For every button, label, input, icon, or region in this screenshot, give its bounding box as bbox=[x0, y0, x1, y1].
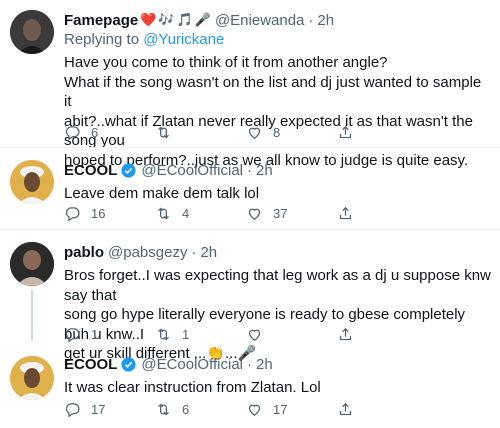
verified-badge-icon bbox=[121, 356, 136, 372]
retweet-count: 1 bbox=[182, 326, 190, 342]
separator: · bbox=[247, 161, 252, 179]
display-name[interactable]: ECOOL bbox=[64, 162, 117, 179]
avatar[interactable] bbox=[10, 242, 54, 286]
share-button[interactable] bbox=[337, 205, 354, 222]
tweet[interactable]: ECOOL @ECoolOfficial · 2h It was clear i… bbox=[0, 348, 500, 428]
display-name[interactable]: ECOOL bbox=[64, 356, 117, 373]
reply-icon bbox=[65, 327, 80, 342]
tweet-text-line: Have you come to think of it from anothe… bbox=[64, 54, 388, 71]
reply-count: 17 bbox=[91, 401, 106, 417]
retweet-count: 4 bbox=[182, 205, 190, 221]
like-icon bbox=[248, 404, 261, 416]
reply-count: 6 bbox=[91, 124, 99, 140]
retweet-button[interactable]: 1 bbox=[155, 326, 246, 343]
verified-badge-icon bbox=[121, 162, 136, 178]
like-count: 37 bbox=[273, 205, 288, 221]
avatar[interactable] bbox=[10, 10, 54, 54]
share-button[interactable] bbox=[337, 124, 354, 141]
tweet-text-line: Bros forget..I was expecting that leg wo… bbox=[64, 267, 491, 304]
share-icon bbox=[339, 402, 352, 415]
like-icon bbox=[248, 329, 261, 341]
heart-emoji: ❤️ bbox=[140, 12, 157, 27]
avatar[interactable] bbox=[10, 160, 54, 204]
action-bar: 17 6 17 bbox=[64, 399, 464, 419]
action-bar: 1 1 bbox=[64, 324, 464, 344]
reply-icon bbox=[65, 206, 80, 221]
username[interactable]: @pabsgezy bbox=[108, 244, 187, 261]
username[interactable]: @ECoolOfficial bbox=[141, 356, 243, 373]
share-button[interactable] bbox=[337, 326, 354, 343]
like-button[interactable]: 37 bbox=[246, 205, 337, 222]
like-count: 8 bbox=[273, 124, 281, 140]
separator: · bbox=[191, 243, 197, 261]
separator: · bbox=[247, 355, 252, 373]
tweet-header: Famepage ❤️ 🎶 🎵 🎤 @Eniewanda · 2h bbox=[64, 10, 492, 30]
reply-button[interactable]: 16 bbox=[64, 205, 155, 222]
reply-icon bbox=[65, 125, 80, 140]
like-button[interactable]: 8 bbox=[246, 124, 337, 141]
retweet-button[interactable] bbox=[155, 124, 246, 141]
timestamp[interactable]: 2h bbox=[317, 12, 334, 29]
timestamp[interactable]: 2h bbox=[256, 162, 273, 179]
retweet-icon bbox=[158, 126, 169, 138]
avatar[interactable] bbox=[10, 356, 54, 400]
retweet-icon bbox=[158, 207, 169, 219]
retweet-button[interactable]: 4 bbox=[155, 205, 246, 222]
reply-count: 1 bbox=[91, 326, 99, 342]
notes-emoji: 🎶 bbox=[158, 12, 175, 27]
share-icon bbox=[339, 125, 352, 138]
share-icon bbox=[339, 327, 352, 340]
like-icon bbox=[248, 127, 261, 139]
separator: · bbox=[308, 11, 314, 29]
retweet-button[interactable]: 6 bbox=[155, 401, 246, 418]
share-button[interactable] bbox=[337, 401, 354, 418]
display-name[interactable]: Famepage bbox=[64, 12, 138, 29]
timestamp[interactable]: 2h bbox=[200, 244, 217, 261]
reply-icon bbox=[65, 402, 80, 417]
retweet-icon bbox=[158, 403, 169, 415]
reply-button[interactable]: 1 bbox=[64, 326, 155, 343]
reply-button[interactable]: 17 bbox=[64, 401, 155, 418]
action-bar: 16 4 37 bbox=[64, 203, 464, 223]
display-name[interactable]: pablo bbox=[64, 244, 104, 261]
timestamp[interactable]: 2h bbox=[256, 356, 273, 373]
thread-line bbox=[31, 290, 33, 340]
tweet-text: Leave dem make dem talk lol bbox=[64, 184, 492, 204]
username[interactable]: @ECoolOfficial bbox=[141, 162, 243, 179]
like-count: 17 bbox=[273, 401, 288, 417]
mention-link[interactable]: @Yurickane bbox=[143, 31, 224, 48]
share-icon bbox=[339, 206, 352, 219]
retweet-icon bbox=[158, 328, 169, 340]
tweet-text: It was clear instruction from Zlatan. Lo… bbox=[64, 378, 492, 398]
tweet-header: ECOOL @ECoolOfficial · 2h bbox=[64, 354, 492, 374]
note-emoji: 🎵 bbox=[176, 12, 193, 27]
retweet-count: 6 bbox=[182, 401, 190, 417]
tweet[interactable]: Famepage ❤️ 🎶 🎵 🎤 @Eniewanda · 2h Replyi… bbox=[0, 0, 500, 169]
tweet-header: ECOOL @ECoolOfficial · 2h bbox=[64, 160, 492, 180]
tweet[interactable]: pablo @pabsgezy · 2h Bros forget..I was … bbox=[0, 230, 500, 362]
replying-to-label: Replying to bbox=[64, 31, 140, 48]
reply-button[interactable]: 6 bbox=[64, 124, 155, 141]
tweet[interactable]: ECOOL @ECoolOfficial · 2h Leave dem make… bbox=[0, 148, 500, 229]
microphone-emoji: 🎤 bbox=[194, 12, 211, 27]
tweet-text-line: What if the song wasn't on the list and … bbox=[64, 73, 482, 111]
username[interactable]: @Eniewanda bbox=[215, 12, 304, 29]
tweet-text-line: Leave dem make dem talk lol bbox=[64, 185, 260, 202]
like-button[interactable] bbox=[246, 326, 337, 343]
like-icon bbox=[248, 208, 261, 220]
reply-count: 16 bbox=[91, 205, 106, 221]
tweet-header: pablo @pabsgezy · 2h bbox=[64, 242, 492, 262]
like-button[interactable]: 17 bbox=[246, 401, 337, 418]
action-bar: 6 8 bbox=[64, 122, 464, 142]
replying-to: Replying to @Yurickane bbox=[64, 30, 492, 49]
tweet-text-line: It was clear instruction from Zlatan. Lo… bbox=[64, 379, 321, 396]
